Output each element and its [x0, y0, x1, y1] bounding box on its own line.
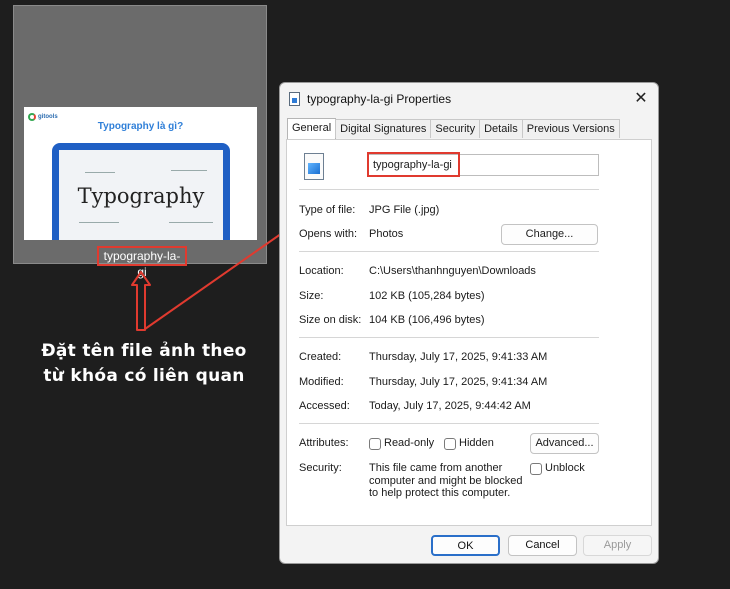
size-on-disk-label: Size on disk: — [299, 314, 362, 326]
arrow-to-thumbnail-label — [131, 271, 151, 331]
security-label: Security: — [299, 462, 342, 474]
divider — [299, 337, 599, 338]
modified-value: Thursday, July 17, 2025, 9:41:34 AM — [369, 376, 548, 388]
tab-previous-versions[interactable]: Previous Versions — [521, 119, 620, 138]
type-of-file-value: JPG File (.jpg) — [369, 204, 440, 216]
size-on-disk-value: 104 KB (106,496 bytes) — [369, 314, 485, 326]
tab-general[interactable]: General — [287, 118, 337, 139]
opens-with-value: Photos — [369, 228, 404, 240]
security-message: This file came from another computer and… — [369, 462, 523, 499]
location-label: Location: — [299, 265, 344, 277]
title-bar: typography-la-gi Properties ✕ — [280, 83, 658, 115]
location-value: C:\Users\thanhnguyen\Downloads — [369, 265, 536, 277]
advanced-button[interactable]: Advanced... — [530, 433, 599, 454]
dialog-title: typography-la-gi Properties — [307, 92, 452, 106]
hidden-checkbox[interactable] — [444, 438, 456, 450]
modified-label: Modified: — [299, 376, 344, 388]
accessed-label: Accessed: — [299, 400, 350, 412]
apply-button[interactable]: Apply — [583, 535, 652, 556]
attributes-label: Attributes: — [299, 437, 349, 449]
change-button[interactable]: Change... — [501, 224, 598, 245]
unblock-checkbox[interactable] — [530, 463, 542, 475]
general-panel: typography-la-gi Type of file: JPG File … — [286, 139, 652, 526]
image-file-icon — [304, 153, 324, 180]
readonly-label[interactable]: Read-only — [384, 437, 434, 449]
readonly-checkbox[interactable] — [369, 438, 381, 450]
close-button[interactable]: ✕ — [630, 88, 652, 110]
properties-dialog: typography-la-gi Properties ✕ General Di… — [279, 82, 659, 564]
size-label: Size: — [299, 290, 324, 302]
tab-details[interactable]: Details — [479, 119, 523, 138]
divider — [299, 251, 599, 252]
tab-security[interactable]: Security — [430, 119, 481, 138]
divider — [299, 423, 599, 424]
tab-digital-signatures[interactable]: Digital Signatures — [335, 119, 432, 138]
unblock-label[interactable]: Unblock — [545, 462, 585, 474]
divider — [299, 189, 599, 190]
file-name-highlight — [367, 152, 460, 177]
created-label: Created: — [299, 351, 342, 363]
accessed-value: Today, July 17, 2025, 9:44:42 AM — [369, 400, 531, 412]
cancel-button[interactable]: Cancel — [508, 535, 577, 556]
hidden-label[interactable]: Hidden — [459, 437, 494, 449]
created-value: Thursday, July 17, 2025, 9:41:33 AM — [369, 351, 548, 363]
type-of-file-label: Type of file: — [299, 204, 356, 216]
file-icon — [289, 92, 300, 106]
opens-with-label: Opens with: — [299, 228, 358, 240]
size-value: 102 KB (105,284 bytes) — [369, 290, 485, 302]
tab-strip: General Digital Signatures Security Deta… — [287, 118, 620, 139]
ok-button[interactable]: OK — [431, 535, 500, 556]
